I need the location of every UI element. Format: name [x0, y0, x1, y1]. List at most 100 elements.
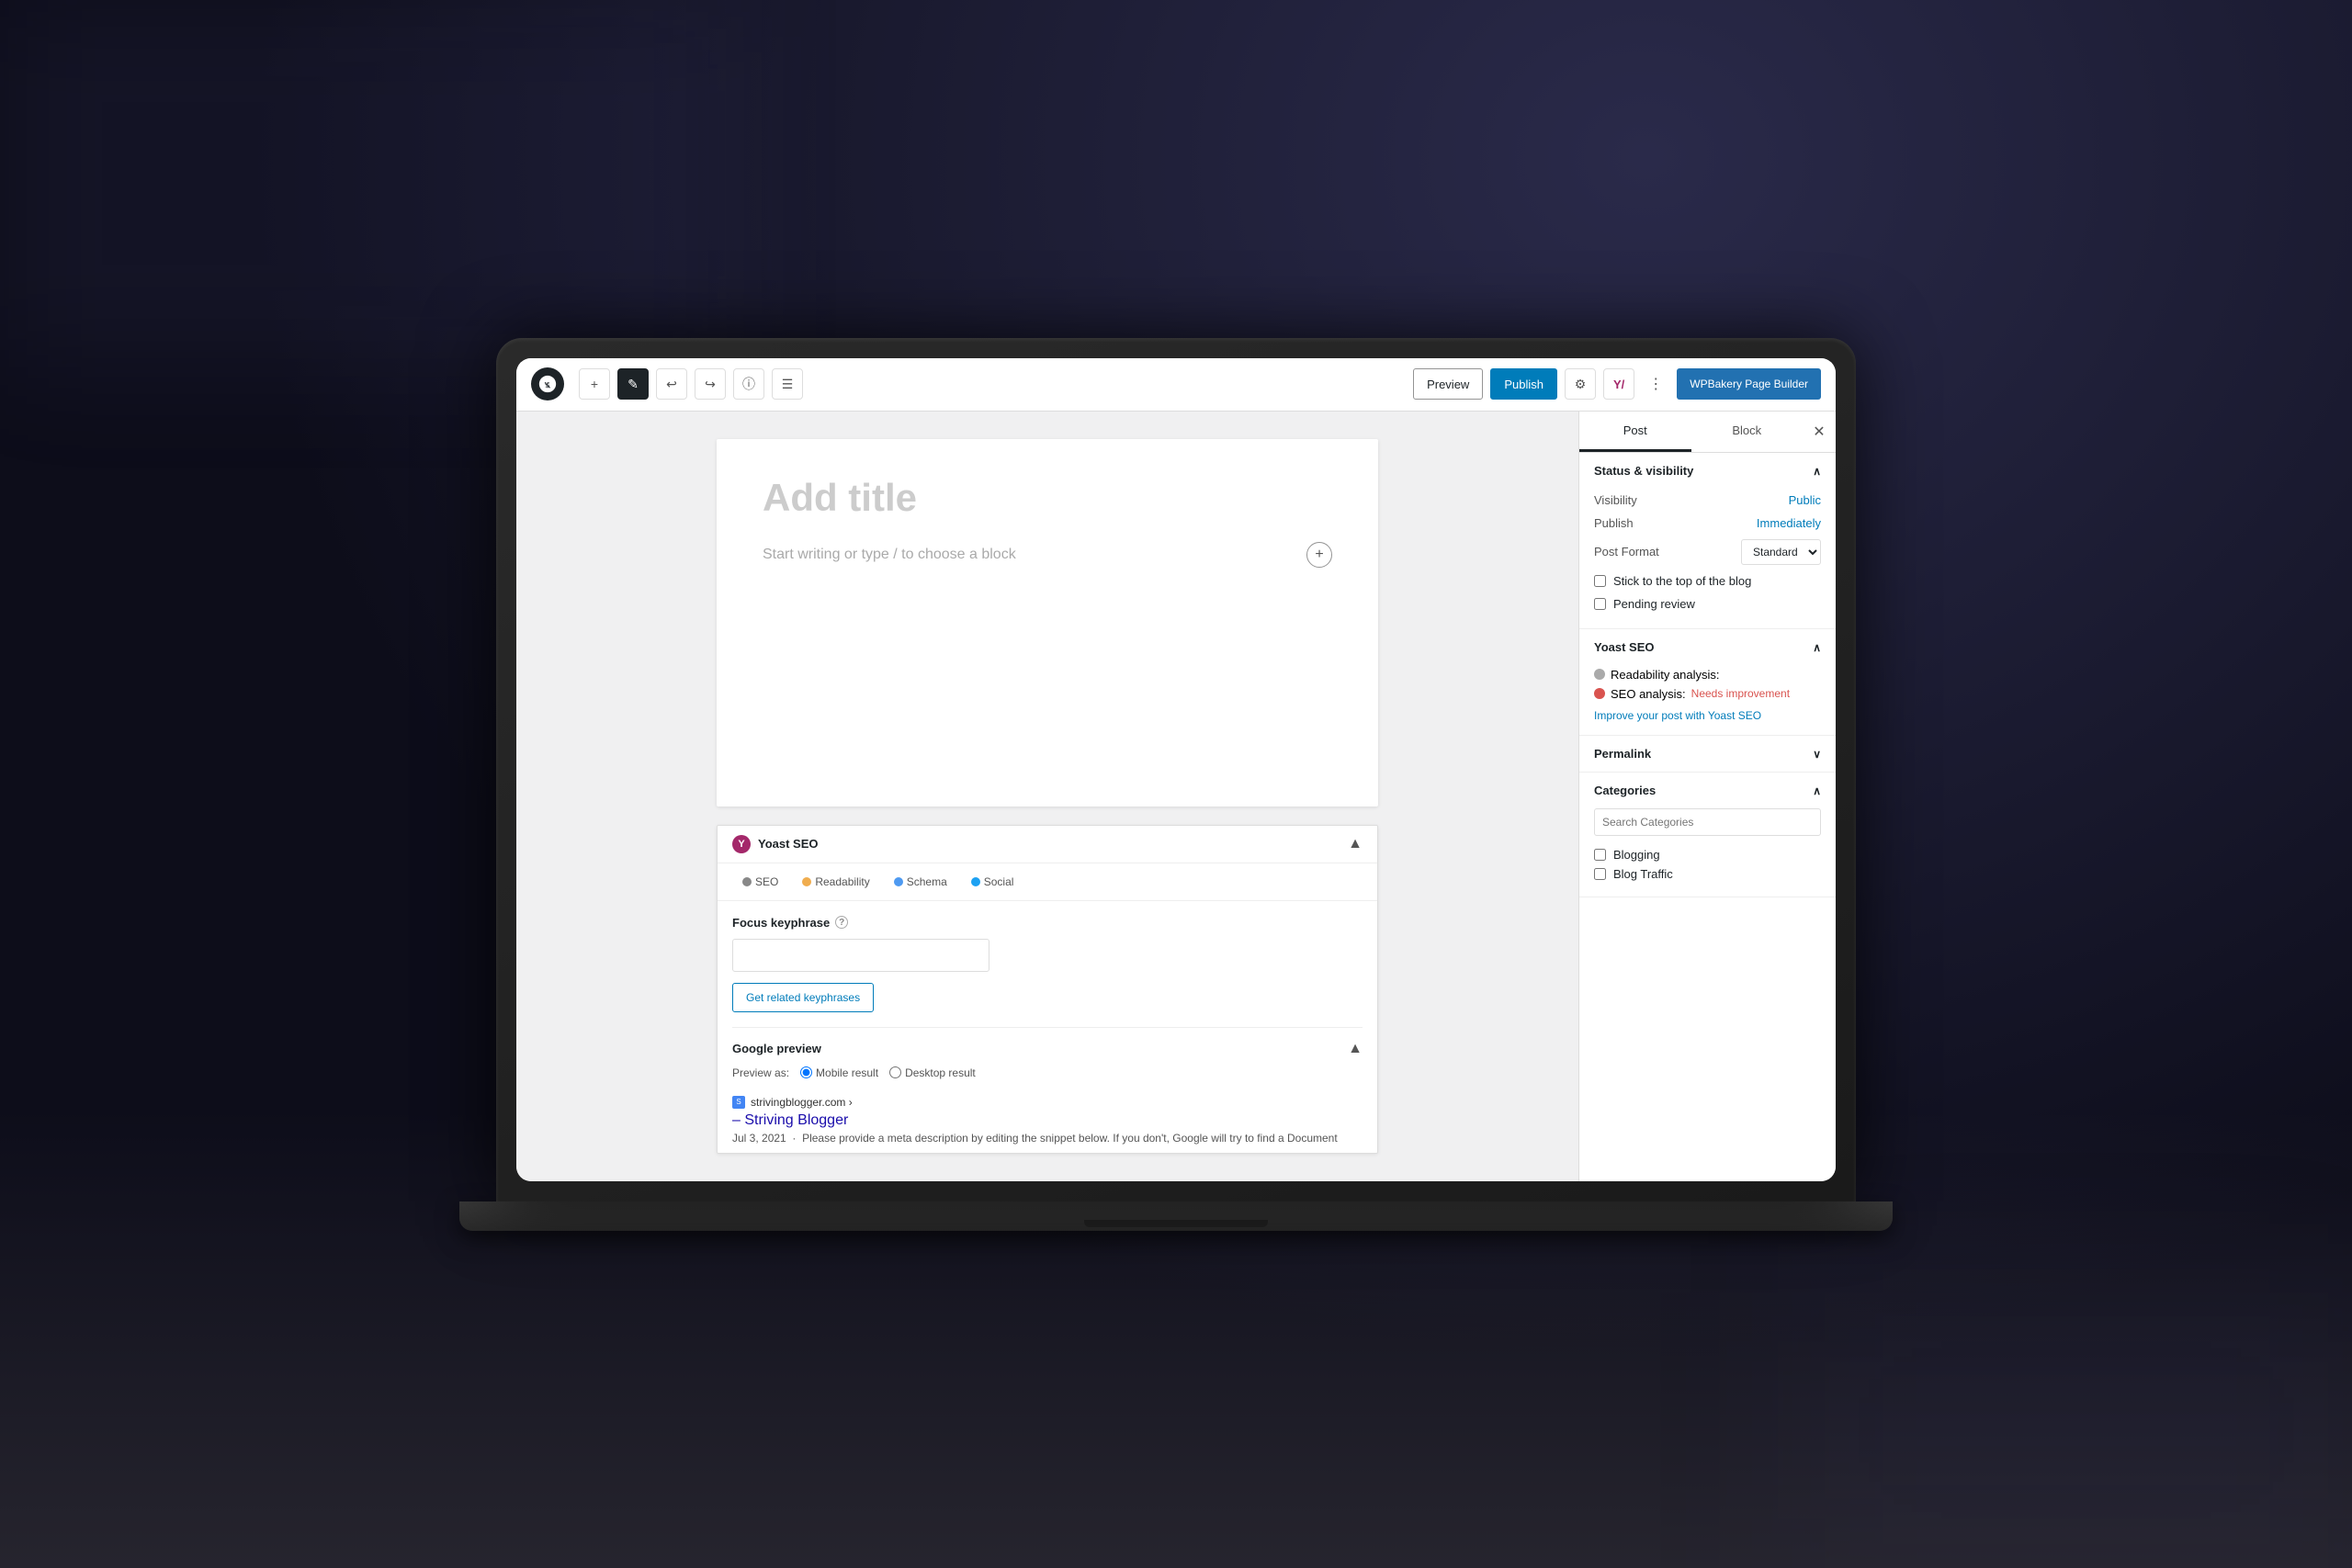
yoast-tab-seo[interactable]: SEO [732, 871, 788, 893]
publish-row: Publish Immediately [1594, 512, 1821, 535]
category-blog-traffic-checkbox[interactable] [1594, 868, 1606, 880]
social-dot [971, 877, 980, 886]
sidebar-tab-post[interactable]: Post [1579, 412, 1691, 452]
google-preview-box: S strivingblogger.com › – Striving Blogg… [732, 1087, 1363, 1154]
categories-body: Blogging Blog Traffic [1579, 808, 1836, 897]
categories-title: Categories [1594, 784, 1656, 797]
gear-icon: ⚙ [1575, 377, 1587, 392]
google-preview-collapse-button[interactable]: ▲ [1348, 1041, 1363, 1057]
laptop: + ✎ ↩ ↪ ⓘ ☰ [459, 338, 1893, 1231]
more-icon: ⋮ [1648, 375, 1663, 393]
sidebar-tab-block[interactable]: Block [1691, 412, 1804, 452]
yoast-tab-social[interactable]: Social [961, 871, 1024, 893]
readability-dot [802, 877, 811, 886]
seo-analysis-label: SEO analysis: [1611, 687, 1686, 701]
categories-header[interactable]: Categories [1579, 773, 1836, 808]
editor-body-area: Start writing or type / to choose a bloc… [763, 542, 1332, 568]
desktop-result-radio[interactable] [889, 1066, 901, 1078]
yoast-collapse-button[interactable]: ▲ [1348, 836, 1363, 852]
screen-bezel: + ✎ ↩ ↪ ⓘ ☰ [516, 358, 1836, 1181]
undo-toolbar-button[interactable]: ↩ [656, 368, 687, 400]
social-tab-label: Social [984, 875, 1014, 888]
pending-review-checkbox[interactable] [1594, 598, 1606, 610]
pending-review-label[interactable]: Pending review [1613, 597, 1695, 611]
add-block-inline-button[interactable]: + [1306, 542, 1332, 568]
publish-label: Publish [1594, 516, 1634, 530]
category-blogging-checkbox[interactable] [1594, 849, 1606, 861]
google-preview-title: Google preview [732, 1042, 821, 1055]
yoast-logo-icon: Y [732, 835, 751, 853]
preview-as-row: Preview as: Mobile result Desktop result [732, 1066, 1363, 1079]
category-blog-traffic-label[interactable]: Blog Traffic [1613, 867, 1673, 881]
desktop-result-radio-label[interactable]: Desktop result [889, 1066, 976, 1079]
edit-icon: ✎ [628, 377, 639, 392]
preview-as-label: Preview as: [732, 1066, 789, 1079]
yoast-panel-header[interactable]: Y Yoast SEO ▲ [718, 826, 1377, 863]
preview-button[interactable]: Preview [1413, 368, 1483, 400]
permalink-section: Permalink [1579, 736, 1836, 773]
yoast-seo-sidebar-header[interactable]: Yoast SEO [1579, 629, 1836, 665]
yoast-tab-schema[interactable]: Schema [884, 871, 957, 893]
mobile-result-radio-label[interactable]: Mobile result [800, 1066, 878, 1079]
wordpress-logo[interactable] [531, 367, 564, 400]
edit-toolbar-button[interactable]: ✎ [617, 368, 649, 400]
improve-with-yoast-link[interactable]: Improve your post with Yoast SEO [1594, 709, 1821, 722]
sidebar-close-button[interactable]: ✕ [1803, 412, 1836, 452]
wp-main: Add title Start writing or type / to cho… [516, 412, 1836, 1181]
yoast-panel-body: Focus keyphrase ? Get related keyphrases… [718, 901, 1377, 1154]
wpbakery-button[interactable]: WPBakery Page Builder [1677, 368, 1821, 400]
google-preview-header: Google preview ▲ [732, 1041, 1363, 1057]
body-placeholder-text[interactable]: Start writing or type / to choose a bloc… [763, 547, 1016, 563]
focus-keyphrase-info-icon[interactable]: ? [835, 916, 848, 929]
add-block-toolbar-button[interactable]: + [579, 368, 610, 400]
google-preview-section: Google preview ▲ Preview as: Mobile resu… [732, 1027, 1363, 1154]
list-view-button[interactable]: ☰ [772, 368, 803, 400]
list-icon: ☰ [782, 377, 794, 392]
collapse-up-icon: ▲ [1348, 836, 1363, 852]
settings-button[interactable]: ⚙ [1565, 368, 1596, 400]
wp-editor: Add title Start writing or type / to cho… [516, 412, 1578, 1181]
categories-chevron-icon [1813, 784, 1821, 797]
yoast-seo-sidebar-section: Yoast SEO Readability analysis: [1579, 629, 1836, 736]
status-visibility-body: Visibility Public Publish Immediately Po… [1579, 489, 1836, 628]
info-toolbar-button[interactable]: ⓘ [733, 368, 764, 400]
status-visibility-header[interactable]: Status & visibility [1579, 453, 1836, 489]
status-visibility-section: Status & visibility Visibility Public Pu… [1579, 453, 1836, 629]
related-keyphrases-button[interactable]: Get related keyphrases [732, 983, 874, 1012]
mobile-result-radio[interactable] [800, 1066, 812, 1078]
preview-page-title[interactable]: – Striving Blogger [732, 1112, 1363, 1129]
seo-analysis-value: Needs improvement [1691, 687, 1790, 700]
visibility-label: Visibility [1594, 493, 1637, 507]
yoast-seo-sidebar-body: Readability analysis: SEO analysis: Need… [1579, 665, 1836, 735]
schema-dot [894, 877, 903, 886]
seo-analysis-row: SEO analysis: Needs improvement [1594, 684, 1821, 704]
yoast-tab-readability[interactable]: Readability [792, 871, 879, 893]
post-format-select[interactable]: Standard Aside Image Video [1741, 539, 1821, 565]
category-blogging-label[interactable]: Blogging [1613, 848, 1660, 862]
redo-toolbar-button[interactable]: ↪ [695, 368, 726, 400]
yoast-seo-panel: Y Yoast SEO ▲ SEO [717, 825, 1378, 1154]
focus-keyphrase-input[interactable] [732, 939, 989, 972]
sidebar-tabs: Post Block ✕ [1579, 412, 1836, 453]
publish-value[interactable]: Immediately [1757, 516, 1821, 530]
permalink-header[interactable]: Permalink [1579, 736, 1836, 772]
visibility-value[interactable]: Public [1789, 493, 1821, 507]
seo-dot [742, 877, 752, 886]
search-categories-input[interactable] [1594, 808, 1821, 836]
status-visibility-chevron-icon [1813, 464, 1821, 478]
yoast-button[interactable]: Y/ [1603, 368, 1634, 400]
more-options-button[interactable]: ⋮ [1642, 368, 1669, 400]
permalink-title: Permalink [1594, 747, 1651, 761]
plus-inline-icon: + [1315, 547, 1323, 563]
category-item-blogging: Blogging [1594, 845, 1821, 864]
info-icon: ⓘ [742, 375, 755, 393]
stick-to-top-label[interactable]: Stick to the top of the blog [1613, 574, 1751, 588]
stick-to-top-checkbox[interactable] [1594, 575, 1606, 587]
publish-button[interactable]: Publish [1490, 368, 1557, 400]
post-title-field[interactable]: Add title [763, 476, 1332, 520]
editor-content-area: Add title Start writing or type / to cho… [717, 439, 1378, 807]
mobile-result-text: Mobile result [816, 1066, 878, 1079]
post-format-row: Post Format Standard Aside Image Video [1594, 535, 1821, 570]
categories-section: Categories Blogging [1579, 773, 1836, 897]
preview-description: Please provide a meta description by edi… [802, 1132, 1338, 1145]
